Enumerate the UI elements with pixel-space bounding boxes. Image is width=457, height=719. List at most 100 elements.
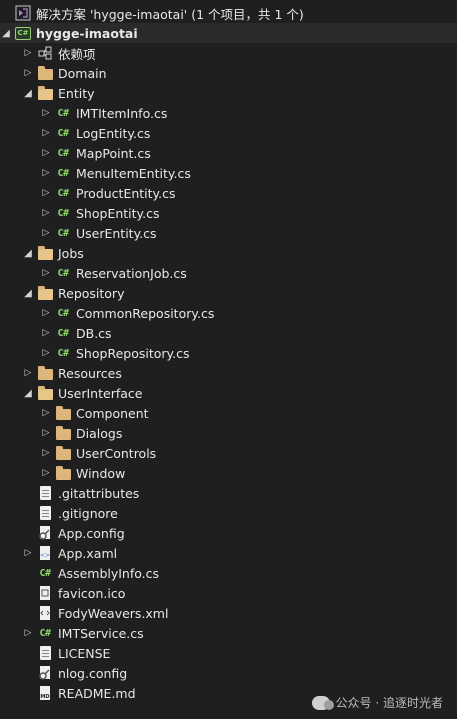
tree-item[interactable]: ▷ C# CommonRepository.cs bbox=[0, 303, 457, 323]
file-icon bbox=[37, 505, 53, 521]
watermark: 公众号 · 追逐时光者 bbox=[311, 694, 443, 711]
folder-icon bbox=[37, 365, 53, 381]
chevron-right-icon[interactable]: ▷ bbox=[40, 423, 52, 443]
chevron-right-icon[interactable]: ▷ bbox=[22, 623, 34, 643]
tree-item[interactable]: ▷ UserControls bbox=[0, 443, 457, 463]
chevron-right-icon[interactable]: ▷ bbox=[40, 263, 52, 283]
tree-item[interactable]: FodyWeavers.xml bbox=[0, 603, 457, 623]
chevron-right-icon[interactable]: ▷ bbox=[40, 223, 52, 243]
chevron-down-icon[interactable]: ◢ bbox=[22, 83, 34, 103]
tree-item-label: MenuItemEntity.cs bbox=[76, 165, 191, 181]
tree-item-label: FodyWeavers.xml bbox=[58, 605, 169, 621]
chevron-right-icon[interactable]: ▷ bbox=[40, 183, 52, 203]
tree-item[interactable]: ▷ C# ProductEntity.cs bbox=[0, 183, 457, 203]
csharp-file-icon: C# bbox=[57, 207, 69, 219]
config-file-icon bbox=[37, 665, 53, 681]
chevron-right-icon[interactable]: ▷ bbox=[22, 43, 34, 63]
tree-item[interactable]: ▷ Component bbox=[0, 403, 457, 423]
tree-item[interactable]: ▷ C# ShopEntity.cs bbox=[0, 203, 457, 223]
solution-explorer: 解决方案 'hygge-imaotai' (1 个项目，共 1 个) ◢ C# … bbox=[0, 0, 457, 719]
tree-item[interactable]: favicon.ico bbox=[0, 583, 457, 603]
csharp-file-icon: C# bbox=[57, 227, 69, 239]
chevron-right-icon[interactable]: ▷ bbox=[40, 203, 52, 223]
tree-item[interactable]: nlog.config bbox=[0, 663, 457, 683]
tree-item-label: ProductEntity.cs bbox=[76, 185, 176, 201]
tree-item[interactable]: ▷ C# ReservationJob.cs bbox=[0, 263, 457, 283]
tree-item[interactable]: ▷ C# DB.cs bbox=[0, 323, 457, 343]
tree-item[interactable]: .gitignore bbox=[0, 503, 457, 523]
solution-label: 解决方案 'hygge-imaotai' (1 个项目，共 1 个) bbox=[36, 6, 304, 22]
tree-item[interactable]: ◢ Repository bbox=[0, 283, 457, 303]
tree-item-label: Resources bbox=[58, 365, 122, 381]
tree-item[interactable]: ◢ Entity bbox=[0, 83, 457, 103]
csharp-file-icon: C# bbox=[39, 567, 51, 579]
tree-item-label: ReservationJob.cs bbox=[76, 265, 187, 281]
chevron-right-icon[interactable]: ▷ bbox=[22, 63, 34, 83]
tree-item-label: MapPoint.cs bbox=[76, 145, 151, 161]
tree-item[interactable]: ▷ C# MapPoint.cs bbox=[0, 143, 457, 163]
csharp-file-icon: C# bbox=[57, 267, 69, 279]
xaml-file-icon: <> bbox=[37, 545, 53, 561]
tree-item[interactable]: .gitattributes bbox=[0, 483, 457, 503]
tree-item[interactable]: LICENSE bbox=[0, 643, 457, 663]
tree-item[interactable]: App.config bbox=[0, 523, 457, 543]
tree-item-label: AssemblyInfo.cs bbox=[58, 565, 160, 581]
file-icon bbox=[37, 645, 53, 661]
folder-icon bbox=[37, 65, 53, 81]
tree-item[interactable]: ▷ C# MenuItemEntity.cs bbox=[0, 163, 457, 183]
tree-item[interactable]: ▷ Dialogs bbox=[0, 423, 457, 443]
chevron-right-icon[interactable]: ▷ bbox=[40, 123, 52, 143]
tree-item-label: UserControls bbox=[76, 445, 157, 461]
tree-item[interactable]: ▷ Window bbox=[0, 463, 457, 483]
tree-item[interactable]: C# AssemblyInfo.cs bbox=[0, 563, 457, 583]
tree-item[interactable]: ▷ C# IMTService.cs bbox=[0, 623, 457, 643]
chevron-down-icon[interactable]: ◢ bbox=[0, 23, 12, 43]
tree-item[interactable]: ▷ C# ShopRepository.cs bbox=[0, 343, 457, 363]
tree-item[interactable]: ▷ C# LogEntity.cs bbox=[0, 123, 457, 143]
tree-item-label: LICENSE bbox=[58, 645, 111, 661]
chevron-right-icon[interactable]: ▷ bbox=[40, 343, 52, 363]
chevron-right-icon[interactable]: ▷ bbox=[40, 443, 52, 463]
tree-item-label: UserInterface bbox=[58, 385, 143, 401]
chevron-right-icon[interactable]: ▷ bbox=[40, 143, 52, 163]
tree-item-label: 依赖项 bbox=[58, 46, 96, 62]
chevron-right-icon[interactable]: ▷ bbox=[40, 163, 52, 183]
chevron-right-icon[interactable]: ▷ bbox=[40, 403, 52, 423]
tree-item[interactable]: ▷ C# UserEntity.cs bbox=[0, 223, 457, 243]
chevron-right-icon[interactable]: ▷ bbox=[22, 363, 34, 383]
file-icon bbox=[37, 485, 53, 501]
tree-item[interactable]: ◢ UserInterface bbox=[0, 383, 457, 403]
tree-item-label: App.xaml bbox=[58, 545, 118, 561]
chevron-down-icon[interactable]: ◢ bbox=[22, 243, 34, 263]
chevron-down-icon[interactable]: ◢ bbox=[22, 283, 34, 303]
tree-item-label: Repository bbox=[58, 285, 125, 301]
dependencies-icon bbox=[37, 45, 53, 61]
tree-item[interactable]: ▷ C# IMTItemInfo.cs bbox=[0, 103, 457, 123]
tree-item-label: nlog.config bbox=[58, 665, 128, 681]
tree-item-label: Dialogs bbox=[76, 425, 123, 441]
tree-item[interactable]: ▷ 依赖项 bbox=[0, 43, 457, 63]
chevron-right-icon[interactable]: ▷ bbox=[40, 463, 52, 483]
folder-icon bbox=[55, 425, 71, 441]
tree-item-label: App.config bbox=[58, 525, 125, 541]
csharp-file-icon: C# bbox=[57, 147, 69, 159]
tree-item-label: Jobs bbox=[58, 245, 84, 261]
csharp-file-icon: C# bbox=[57, 107, 69, 119]
csharp-project-icon: C# bbox=[15, 25, 31, 41]
csharp-file-icon: C# bbox=[57, 167, 69, 179]
chevron-right-icon[interactable]: ▷ bbox=[40, 103, 52, 123]
solution-node[interactable]: 解决方案 'hygge-imaotai' (1 个项目，共 1 个) bbox=[0, 3, 457, 23]
chevron-right-icon[interactable]: ▷ bbox=[40, 303, 52, 323]
markdown-file-icon: MD bbox=[37, 685, 53, 701]
chevron-down-icon[interactable]: ◢ bbox=[22, 383, 34, 403]
tree-item-label: Window bbox=[76, 465, 126, 481]
tree-item[interactable]: ▷ Domain bbox=[0, 63, 457, 83]
tree-item[interactable]: ▷ <> App.xaml bbox=[0, 543, 457, 563]
chevron-right-icon[interactable]: ▷ bbox=[40, 323, 52, 343]
tree-item[interactable]: ▷ Resources bbox=[0, 363, 457, 383]
tree-item-label: IMTService.cs bbox=[58, 625, 144, 641]
tree-item-label: LogEntity.cs bbox=[76, 125, 151, 141]
project-node[interactable]: ◢ C# hygge-imaotai bbox=[0, 23, 457, 43]
tree-item[interactable]: ◢ Jobs bbox=[0, 243, 457, 263]
chevron-right-icon[interactable]: ▷ bbox=[22, 543, 34, 563]
